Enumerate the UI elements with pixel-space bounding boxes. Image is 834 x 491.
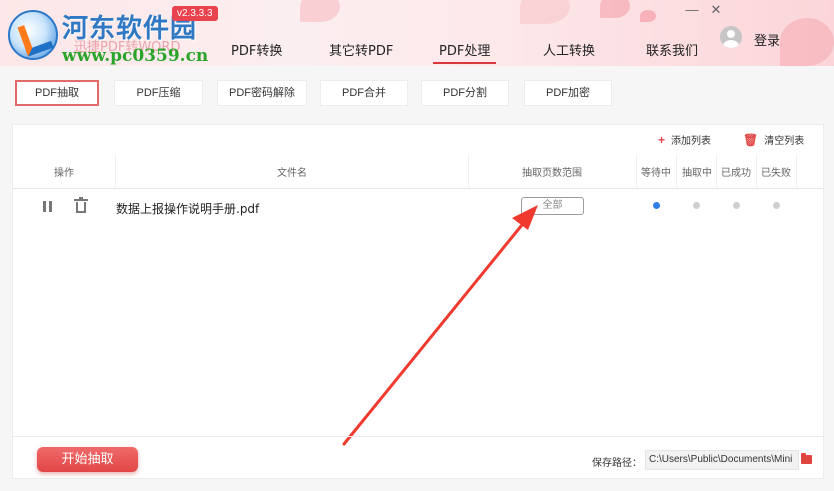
clear-list-button[interactable]: 🗑 清空列表 xyxy=(743,132,804,147)
col-header-extracting: 抽取中 xyxy=(682,168,712,179)
nav-contact-us[interactable]: 联系我们 xyxy=(646,40,698,62)
clear-list-label: 清空列表 xyxy=(764,136,805,147)
tab-pdf-split[interactable]: PDF分割 xyxy=(421,80,509,106)
col-header-filename: 文件名 xyxy=(277,168,307,179)
column-divider xyxy=(115,155,116,187)
nav-other-to-pdf[interactable]: 其它转PDF xyxy=(329,40,393,62)
tab-pdf-compress[interactable]: PDF压缩 xyxy=(114,80,203,106)
column-divider xyxy=(636,155,637,187)
status-extracting-dot xyxy=(693,202,700,209)
col-header-waiting: 等待中 xyxy=(641,168,671,179)
decor-petal xyxy=(520,0,570,24)
column-divider xyxy=(676,155,677,187)
decor-petal xyxy=(640,10,656,22)
delete-row-icon[interactable] xyxy=(74,197,88,214)
footer-divider xyxy=(13,436,823,437)
nav-pdf-process[interactable]: PDF处理 xyxy=(432,40,497,64)
plus-icon: + xyxy=(658,133,666,147)
status-failed-dot xyxy=(773,202,780,209)
decor-petal xyxy=(600,0,630,18)
start-extract-button[interactable]: 开始抽取 xyxy=(37,447,138,472)
tab-pdf-encrypt[interactable]: PDF加密 xyxy=(524,80,612,106)
tab-pdf-extract[interactable]: PDF抽取 xyxy=(15,80,99,106)
pause-icon[interactable] xyxy=(42,201,54,213)
save-path-field[interactable]: C:\Users\Public\Documents\Mini xyxy=(645,450,799,470)
avatar-icon[interactable] xyxy=(720,26,742,48)
decor-petal xyxy=(780,18,834,66)
add-list-button[interactable]: + 添加列表 xyxy=(658,132,711,147)
status-succeeded-dot xyxy=(733,202,740,209)
save-path-label: 保存路径： xyxy=(592,458,642,469)
page-range-button[interactable]: 全部 xyxy=(521,197,584,215)
tab-pdf-merge[interactable]: PDF合并 xyxy=(320,80,408,106)
status-waiting-dot xyxy=(653,202,660,209)
watermark-url: www.pc0359.cn xyxy=(62,46,209,66)
col-header-page-range: 抽取页数范围 xyxy=(522,168,582,179)
col-header-failed: 已失败 xyxy=(761,168,791,179)
trash-icon: 🗑 xyxy=(743,133,759,147)
col-header-actions: 操作 xyxy=(54,168,74,179)
column-divider xyxy=(796,155,797,187)
folder-icon[interactable] xyxy=(801,453,812,464)
tab-pdf-decrypt[interactable]: PDF密码解除 xyxy=(217,80,307,106)
col-header-succeeded: 已成功 xyxy=(721,168,751,179)
column-divider xyxy=(756,155,757,187)
logo-icon xyxy=(8,10,58,60)
nav-pdf-convert[interactable]: PDF转换 xyxy=(231,40,282,62)
file-name: 数据上报操作说明手册.pdf xyxy=(116,202,260,216)
column-divider xyxy=(468,155,469,187)
close-icon[interactable]: ✕ xyxy=(708,2,724,18)
add-list-label: 添加列表 xyxy=(671,136,712,147)
minimize-icon[interactable]: — xyxy=(684,2,700,17)
nav-manual-convert[interactable]: 人工转换 xyxy=(543,40,595,62)
login-link[interactable]: 登录 xyxy=(754,30,780,49)
column-divider xyxy=(716,155,717,187)
version-badge: v2.3.3.3 xyxy=(172,6,218,21)
decor-petal xyxy=(300,0,340,22)
